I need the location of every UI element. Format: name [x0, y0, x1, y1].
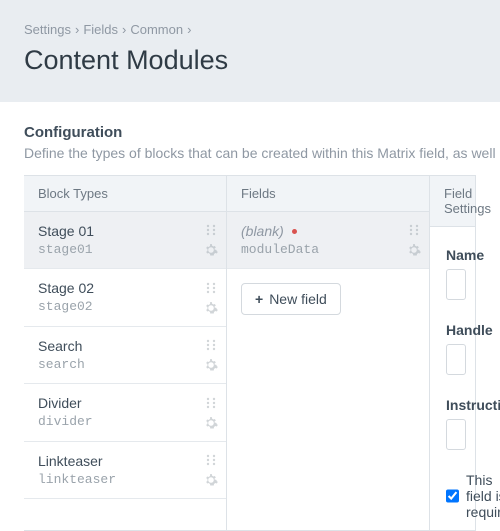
block-type-item[interactable]: Linkteaserlinkteaser: [24, 442, 226, 499]
config-heading: Configuration: [24, 124, 476, 141]
breadcrumb-item[interactable]: Common: [130, 22, 183, 37]
block-type-handle: stage01: [38, 241, 188, 259]
gear-icon[interactable]: [204, 473, 218, 487]
fields-header: Fields: [227, 176, 429, 212]
field-name: (blank): [241, 222, 391, 241]
plus-icon: +: [255, 292, 263, 306]
field-handle: moduleData: [241, 241, 391, 259]
block-type-name: Stage 01: [38, 222, 188, 241]
drag-icon[interactable]: [204, 396, 218, 410]
gear-icon[interactable]: [204, 301, 218, 315]
required-label: This field is required: [466, 472, 500, 520]
breadcrumb-item[interactable]: Settings: [24, 22, 71, 37]
gear-icon[interactable]: [204, 416, 218, 430]
drag-icon[interactable]: [204, 453, 218, 467]
page-title: Content Modules: [24, 45, 476, 76]
block-type-handle: search: [38, 356, 188, 374]
new-field-button[interactable]: + New field: [241, 283, 341, 315]
block-type-item[interactable]: Stage 01stage01: [24, 212, 226, 269]
gear-icon[interactable]: [204, 358, 218, 372]
block-type-handle: linkteaser: [38, 471, 188, 489]
new-field-label: New field: [269, 291, 327, 307]
breadcrumb-item[interactable]: Fields: [83, 22, 118, 37]
instructions-label: Instructions: [446, 397, 459, 413]
block-type-name: Linkteaser: [38, 452, 188, 471]
name-label: Name: [446, 247, 459, 263]
field-item[interactable]: (blank) moduleData: [227, 212, 429, 269]
config-description: Define the types of blocks that can be c…: [24, 145, 476, 161]
block-type-item[interactable]: Searchsearch: [24, 327, 226, 384]
block-type-item[interactable]: Dividerdivider: [24, 384, 226, 441]
drag-icon[interactable]: [204, 338, 218, 352]
block-type-handle: divider: [38, 413, 188, 431]
drag-icon[interactable]: [407, 223, 421, 237]
required-indicator: [292, 229, 297, 234]
handle-input[interactable]: [446, 344, 466, 375]
drag-icon[interactable]: [204, 281, 218, 295]
block-type-name: Stage 02: [38, 279, 188, 298]
name-input[interactable]: [446, 269, 466, 300]
handle-label: Handle: [446, 322, 459, 338]
block-types-column: Block Types Stage 01stage01Stage 02stage…: [24, 176, 227, 530]
block-type-item[interactable]: Stage 02stage02: [24, 269, 226, 326]
required-checkbox[interactable]: [446, 489, 459, 503]
drag-icon[interactable]: [204, 223, 218, 237]
matrix-config: Block Types Stage 01stage01Stage 02stage…: [24, 175, 476, 531]
fields-column: Fields (blank) moduleData + New field: [227, 176, 430, 530]
block-types-header: Block Types: [24, 176, 226, 212]
field-settings-column: Field Settings Name Handle Instructions …: [430, 176, 476, 530]
block-type-name: Search: [38, 337, 188, 356]
instructions-input[interactable]: [446, 419, 466, 450]
gear-icon[interactable]: [204, 243, 218, 257]
breadcrumb: Settings›Fields›Common›: [24, 22, 476, 37]
block-type-name: Divider: [38, 394, 188, 413]
block-type-handle: stage02: [38, 298, 188, 316]
field-settings-header: Field Settings: [430, 176, 475, 227]
gear-icon[interactable]: [407, 243, 421, 257]
